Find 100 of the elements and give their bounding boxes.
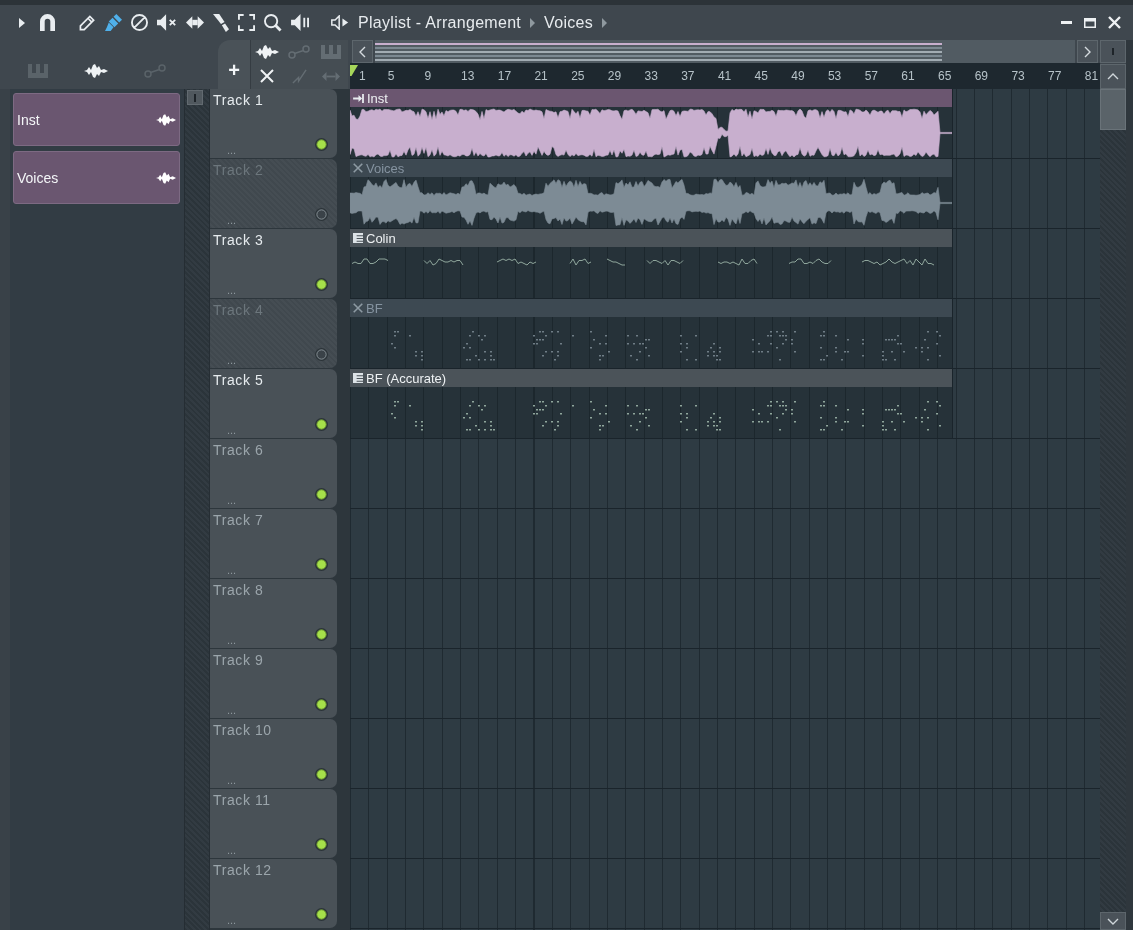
magnet-icon[interactable] (40, 14, 55, 31)
bar-number: 77 (1047, 68, 1063, 85)
track-header[interactable]: Track 8 ... (210, 579, 337, 648)
track-more-label: ... (227, 216, 237, 225)
track-more-label: ... (227, 776, 237, 785)
track-header[interactable]: Track 10 ... (210, 719, 337, 788)
track-header[interactable]: Track 9 ... (210, 649, 337, 718)
track-more-label: ... (227, 356, 237, 365)
selection-corners-icon[interactable] (238, 14, 255, 31)
bar-number: 25 (570, 68, 586, 85)
clip-source-item[interactable]: Inst (13, 93, 180, 146)
add-track-tab[interactable]: + (218, 40, 250, 89)
track-more-label: ... (227, 496, 237, 505)
bar-number: 73 (1010, 68, 1026, 85)
track-header[interactable]: Track 1 ... (210, 89, 337, 158)
overview-strip[interactable] (375, 40, 1075, 63)
bar-number: 81 (1083, 68, 1100, 85)
track-header[interactable]: Track 6 ... (210, 439, 337, 508)
bar-number: 29 (606, 68, 623, 85)
track-header[interactable]: Track 5 ... (210, 369, 337, 438)
maximize-icon[interactable] (1084, 17, 1096, 28)
track-name: Track 10 (213, 722, 272, 739)
clip-name: Voices (366, 160, 405, 176)
waveform-icon (156, 171, 176, 184)
track-led-icon[interactable] (315, 768, 328, 781)
double-arrow-icon[interactable] (186, 16, 204, 29)
bar-number: 57 (863, 68, 879, 85)
clip-source-name: Voices (17, 169, 59, 186)
track-led-icon[interactable] (315, 908, 328, 921)
track-header[interactable]: Track 7 ... (210, 509, 337, 578)
track-name: Track 9 (213, 652, 264, 669)
cross-icon[interactable] (260, 69, 274, 83)
track-more-label: ... (227, 846, 237, 855)
speaker-icon[interactable] (291, 14, 310, 31)
track-led-icon[interactable] (315, 558, 328, 571)
panel-toggle-button[interactable] (187, 90, 203, 105)
waveform-icon[interactable] (255, 45, 279, 59)
list-icon (353, 373, 363, 383)
scrollbar-thumb[interactable] (1100, 89, 1126, 130)
track-led-icon[interactable] (315, 418, 328, 431)
clip-title-bar[interactable]: BF (Accurate) (350, 369, 952, 387)
scroll-left-button[interactable] (352, 40, 373, 63)
chevron-right-icon (602, 17, 608, 28)
clip-name: BF (Accurate) (366, 370, 447, 386)
track-name: Track 11 (213, 792, 271, 809)
overview-options-button[interactable] (1100, 40, 1126, 63)
track-more-label: ... (227, 146, 237, 155)
track-more-label: ... (227, 566, 237, 575)
track-led-icon[interactable] (315, 208, 328, 221)
timeline-ruler[interactable]: 1 5 9 13 17 21 25 29 33 37 41 45 49 53 57 61 65 69 73 77 81 (350, 63, 1100, 89)
track-led-icon[interactable] (315, 628, 328, 641)
pencil-icon[interactable] (79, 14, 96, 31)
track-more-label: ... (227, 916, 237, 925)
bar-number: 45 (753, 68, 769, 85)
clip-name: Colin (366, 230, 396, 246)
playhead-marker[interactable] (350, 65, 358, 76)
no-entry-icon[interactable] (131, 14, 148, 31)
track-header[interactable]: Track 3 ... (210, 229, 337, 298)
caret-right-icon[interactable] (19, 17, 25, 28)
pattern-clip[interactable]: Colin (350, 229, 953, 298)
bar-number: 13 (460, 68, 476, 85)
track-led-icon[interactable] (315, 348, 328, 361)
breadcrumb-item[interactable]: Voices (544, 13, 594, 32)
bar-number: 21 (533, 68, 549, 85)
bar-number: 33 (643, 68, 659, 85)
scroll-down-button[interactable] (1100, 912, 1126, 930)
pattern-clip[interactable]: BF (Accurate) (350, 369, 953, 438)
clip-title-bar[interactable]: Colin (350, 229, 952, 247)
track-name: Track 1 (213, 92, 264, 109)
clip-title-bar[interactable]: Inst (350, 89, 952, 107)
audio-clip[interactable]: Inst (350, 89, 953, 158)
mute-icon[interactable] (157, 14, 177, 31)
list-icon (353, 233, 363, 243)
clip-source-item[interactable]: Voices (13, 151, 180, 204)
close-icon[interactable] (1108, 16, 1121, 29)
magnifier-icon[interactable] (264, 13, 282, 32)
scroll-up-button[interactable] (1100, 64, 1126, 89)
chevron-up-icon (1107, 73, 1119, 80)
window-title: Playlist - Arrangement (358, 13, 522, 32)
speaker-play-icon[interactable] (331, 15, 349, 30)
track-header[interactable]: Track 11 ... (210, 789, 337, 858)
track-led-icon[interactable] (315, 278, 328, 291)
brush-icon[interactable] (105, 14, 122, 31)
track-led-icon[interactable] (315, 698, 328, 711)
scroll-right-button[interactable] (1077, 40, 1098, 63)
waveform-icon[interactable] (84, 63, 108, 78)
track-header[interactable]: Track 12 ... (210, 859, 337, 928)
chevron-right-icon (1084, 45, 1091, 58)
bar-number: 41 (716, 68, 733, 85)
bar-number: 5 (386, 68, 396, 85)
cross-icon (353, 163, 363, 173)
track-more-label: ... (227, 706, 237, 715)
knife-icon[interactable] (213, 13, 229, 32)
clip-name: BF (366, 300, 383, 316)
bar-number: 65 (937, 68, 953, 85)
track-led-icon[interactable] (315, 138, 328, 151)
track-led-icon[interactable] (315, 488, 328, 501)
track-name: Track 6 (213, 442, 264, 459)
bar-number: 53 (826, 68, 843, 85)
track-led-icon[interactable] (315, 838, 328, 851)
